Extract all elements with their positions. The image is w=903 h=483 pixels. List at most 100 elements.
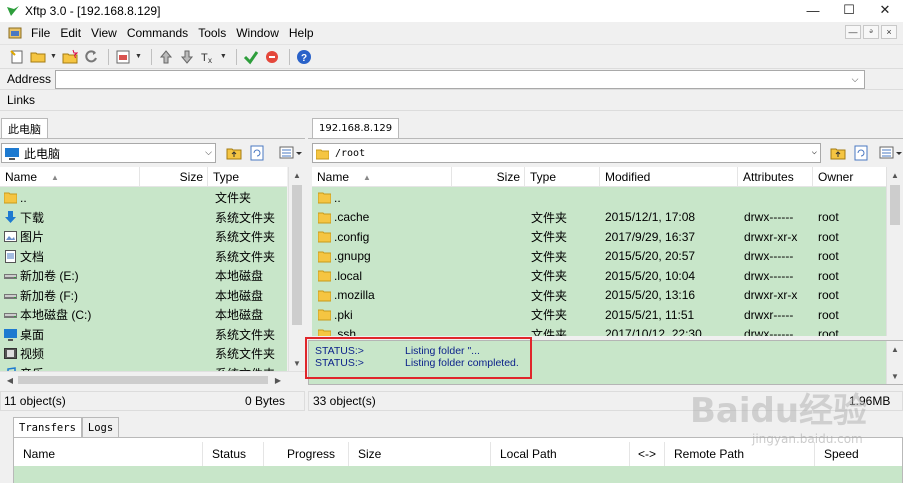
local-file-name: 桌面 <box>20 327 45 342</box>
local-vertical-scrollbar[interactable]: ▲ ▼ <box>288 167 305 371</box>
remote-vertical-scrollbar[interactable]: ▲ <box>886 167 903 336</box>
scroll-left-arrow-icon[interactable]: ◀ <box>2 372 18 388</box>
local-file-row[interactable]: 新加卷 (E:) 本地磁盘 <box>0 266 287 286</box>
remote-path-select[interactable]: /root ⌵ <box>312 143 821 163</box>
transfer-mode-dropdown-icon[interactable]: ▼ <box>220 53 227 60</box>
remote-file-row[interactable]: .ssh 文件夹 2017/10/12, 22:30 drwx------ root <box>312 325 886 336</box>
local-path-dropdown-icon[interactable]: ⌵ <box>205 147 212 158</box>
local-file-row[interactable]: 图片 系统文件夹 <box>0 227 287 247</box>
menu-app-icon[interactable] <box>0 26 26 40</box>
transfers-col-remote-path[interactable]: Remote Path <box>665 442 815 466</box>
local-file-row[interactable]: 音乐系统文件夹 <box>0 364 287 371</box>
upload-button[interactable] <box>157 48 175 66</box>
mdi-minimize-button[interactable]: — <box>845 25 861 39</box>
local-col-name[interactable]: Name ▲ <box>0 167 140 187</box>
local-pane-tab[interactable]: 此电脑 <box>1 118 48 138</box>
open-session-dropdown-icon[interactable]: ▼ <box>50 53 57 60</box>
menu-window-label: Window <box>236 26 279 40</box>
local-path-select[interactable]: 此电脑 ⌵ <box>1 143 216 163</box>
menu-tools[interactable]: Tools <box>193 26 231 40</box>
local-file-row[interactable]: 新加卷 (F:) 本地磁盘 <box>0 286 287 306</box>
scroll-up-arrow-icon[interactable]: ▲ <box>887 167 903 183</box>
scroll-thumb[interactable] <box>890 185 900 225</box>
mdi-close-button[interactable]: × <box>881 25 897 39</box>
open-session-button[interactable] <box>29 48 47 66</box>
remote-file-row[interactable]: .local 文件夹 2015/5/20, 10:04 drwx------ root <box>312 266 886 286</box>
remote-up-folder-button[interactable] <box>828 143 848 163</box>
scroll-down-arrow-icon[interactable]: ▼ <box>289 355 305 371</box>
transfers-list[interactable]: Name Status Progress Size Local Path <->… <box>13 437 903 483</box>
local-file-row[interactable]: 本地磁盘 (C:) 本地磁盘 <box>0 305 287 325</box>
remote-col-attributes[interactable]: Attributes <box>738 167 813 187</box>
local-file-row[interactable]: 视频 系统文件夹 <box>0 344 287 364</box>
scroll-right-arrow-icon[interactable]: ▶ <box>270 372 286 388</box>
remote-refresh-button[interactable] <box>851 143 871 163</box>
local-file-row[interactable]: 下载 系统文件夹 <box>0 208 287 228</box>
local-view-button[interactable] <box>278 143 304 163</box>
local-file-row[interactable]: 桌面 系统文件夹 <box>0 325 287 345</box>
local-file-row[interactable]: .. 文件夹 <box>0 188 287 208</box>
tab-transfers[interactable]: Transfers <box>13 417 82 438</box>
local-up-folder-button[interactable] <box>224 143 244 163</box>
local-refresh-button[interactable] <box>247 143 267 163</box>
menu-window[interactable]: Window <box>231 26 284 40</box>
log-vertical-scrollbar[interactable]: ▲ ▼ <box>886 341 903 384</box>
new-folder-button[interactable] <box>61 48 79 66</box>
menu-file[interactable]: File <box>26 26 55 40</box>
scroll-up-arrow-icon[interactable]: ▲ <box>289 167 305 183</box>
refresh-button[interactable] <box>82 48 100 66</box>
maximize-button[interactable]: ☐ <box>831 0 867 20</box>
download-button[interactable] <box>178 48 196 66</box>
remote-pane-tab[interactable]: 192.168.8.129 <box>312 118 400 138</box>
remote-col-modified[interactable]: Modified <box>600 167 738 187</box>
remote-file-list[interactable]: Name ▲ Size Type Modified Attributes Own… <box>312 167 886 336</box>
transfers-col-speed[interactable]: Speed <box>815 442 903 466</box>
properties-button[interactable] <box>114 48 132 66</box>
scroll-up-arrow-icon[interactable]: ▲ <box>887 341 903 357</box>
remote-file-row[interactable]: .config 文件夹 2017/9/29, 16:37 drwxr-xr-x root <box>312 227 886 247</box>
remote-file-row[interactable]: .cache 文件夹 2015/12/1, 17:08 drwx------ root <box>312 208 886 228</box>
minimize-button[interactable]: — <box>795 0 831 20</box>
help-icon[interactable]: ? <box>295 48 313 66</box>
menu-view[interactable]: View <box>86 26 122 40</box>
remote-file-row[interactable]: .gnupg 文件夹 2015/5/20, 20:57 drwx------ root <box>312 247 886 267</box>
local-file-row[interactable]: 文档 系统文件夹 <box>0 247 287 267</box>
local-horizontal-scrollbar[interactable]: ◀ ▶ <box>0 371 305 387</box>
transfer-mode-button[interactable]: Tx <box>199 48 217 66</box>
remote-file-row[interactable]: .mozilla 文件夹 2015/5/20, 13:16 drwxr-xr-x roo… <box>312 286 886 306</box>
address-input[interactable] <box>55 70 865 89</box>
new-session-button[interactable] <box>8 48 26 66</box>
local-col-size[interactable]: Size <box>140 167 208 187</box>
remote-col-name[interactable]: Name ▲ <box>312 167 452 187</box>
menu-commands[interactable]: Commands <box>122 26 193 40</box>
menu-help[interactable]: Help <box>284 26 319 40</box>
menu-edit[interactable]: Edit <box>55 26 86 40</box>
transfers-col-status[interactable]: Status <box>203 442 264 466</box>
transfers-col-size[interactable]: Size <box>349 442 491 466</box>
remote-col-type[interactable]: Type <box>525 167 600 187</box>
transfers-col-name[interactable]: Name <box>14 442 203 466</box>
remote-col-owner[interactable]: Owner <box>813 167 886 187</box>
remote-view-button[interactable] <box>878 143 903 163</box>
scroll-thumb[interactable] <box>18 376 268 384</box>
mdi-restore-button[interactable]: ᵊ <box>863 25 879 39</box>
transfers-col-local-path[interactable]: Local Path <box>491 442 630 466</box>
tab-logs[interactable]: Logs <box>81 417 120 437</box>
remote-path-dropdown-icon[interactable]: ⌵ <box>812 147 817 157</box>
remote-pane-tab-label: 192.168.8.129 <box>319 123 393 134</box>
scroll-down-arrow-icon[interactable]: ▼ <box>887 368 903 384</box>
properties-dropdown-icon[interactable]: ▼ <box>135 53 142 60</box>
transfers-col-direction[interactable]: <-> <box>630 442 665 466</box>
scroll-thumb[interactable] <box>292 185 302 325</box>
sync-button[interactable] <box>242 48 260 66</box>
remote-file-row[interactable]: .. <box>312 188 886 208</box>
remote-file-row[interactable]: .pki 文件夹 2015/5/21, 11:51 drwxr----- root <box>312 305 886 325</box>
address-dropdown-icon[interactable]: ⌵ <box>848 72 862 86</box>
remote-file-modified: 2015/5/21, 11:51 <box>605 307 695 322</box>
xshell-button[interactable] <box>263 48 281 66</box>
local-col-type[interactable]: Type <box>208 167 287 187</box>
close-button[interactable]: ✕ <box>867 0 903 20</box>
transfers-col-progress[interactable]: Progress <box>264 442 349 466</box>
remote-col-size[interactable]: Size <box>452 167 525 187</box>
local-file-list[interactable]: Name ▲ Size Type .. 文件夹 下载 系统文件夹 图片 系统文件夹 文档 系统… <box>0 167 287 371</box>
